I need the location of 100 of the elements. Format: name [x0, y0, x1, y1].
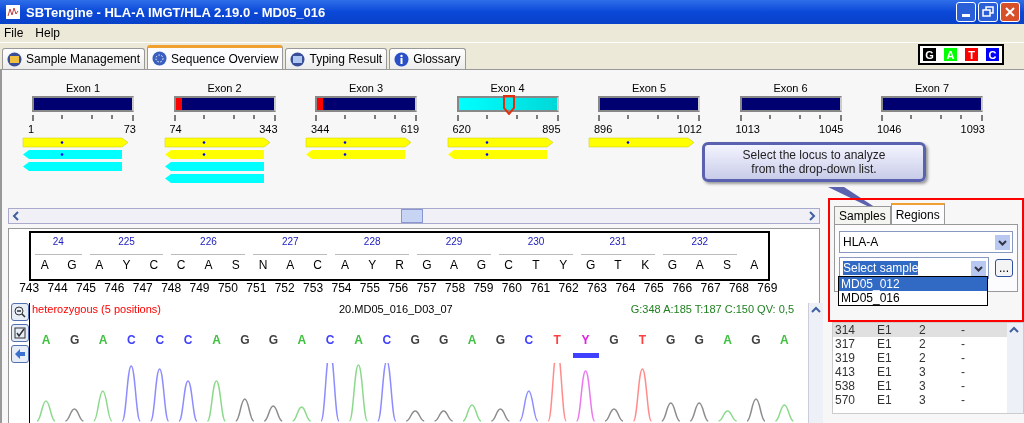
tab[interactable]: Sample Management [2, 48, 146, 69]
exon-bar[interactable] [173, 96, 276, 112]
menu-item[interactable]: File [4, 26, 24, 40]
position-number: 757 [415, 281, 438, 295]
window-title: SBTengine - HLA-A IMGT/HLA 2.19.0 - MD05_016 [26, 4, 327, 20]
sample-dropdown[interactable]: Select sample [839, 257, 989, 279]
consensus-base: T [531, 257, 541, 274]
table-cell-text: 413 [834, 365, 857, 379]
position-number: 745 [74, 281, 97, 295]
tab[interactable]: Samples [834, 206, 891, 224]
position-number: 746 [103, 281, 126, 295]
position-number: 761 [529, 281, 552, 295]
back-button[interactable] [11, 345, 29, 363]
base-call: C [127, 333, 136, 347]
exon-label: Exon 5 [630, 82, 668, 94]
table-row[interactable]: 413 E1 3 - [833, 365, 1007, 379]
base-call: C [524, 333, 534, 347]
dropdown-option[interactable]: MD05_012 [839, 277, 987, 291]
table-cell-text: 319 [834, 351, 857, 365]
codon-number: 225 [89, 233, 164, 255]
table-cell-text: E1 [876, 379, 893, 393]
position-number: 759 [472, 281, 495, 295]
chevron-down-icon[interactable] [995, 234, 1010, 250]
position-marker-icon [501, 95, 516, 115]
close-button[interactable] [1000, 2, 1020, 22]
table-cell-text: 2 [918, 337, 927, 351]
position-number: 768 [727, 281, 750, 295]
table-row[interactable]: 570 E1 3 - [833, 393, 1007, 407]
codon-number: 232 [662, 233, 737, 255]
table-cell-text: 538 [834, 379, 857, 393]
exon-end: 73 [123, 123, 136, 135]
locus-dropdown[interactable]: HLA-A [839, 231, 1013, 253]
exon-bar[interactable] [739, 96, 842, 112]
base-call: T [553, 333, 561, 347]
scrollbar-thumb[interactable] [401, 209, 423, 223]
exon-label: Exon 1 [64, 82, 102, 94]
consensus-base: A [694, 257, 705, 274]
vertical-scrollbar[interactable] [1007, 323, 1023, 413]
table-row[interactable]: 314 E1 2 - [833, 323, 1007, 337]
app-logo-icon [6, 5, 20, 19]
position-number: 744 [46, 281, 69, 295]
exon-bar[interactable] [315, 96, 417, 112]
exon-label: Exon 2 [206, 82, 243, 94]
tab[interactable]: Sequence Overview [147, 45, 284, 69]
consensus-base: Y [367, 257, 378, 274]
consensus-base: Y [558, 257, 569, 274]
position-number: 753 [302, 281, 325, 295]
codon-number: 228 [335, 233, 410, 255]
chevron-down-icon[interactable] [971, 260, 986, 276]
table-cell-text: - [960, 379, 966, 393]
table-row[interactable]: 319 E1 2 - [833, 351, 1007, 365]
consensus-base: G [584, 257, 597, 274]
table-cell-text: E1 [876, 323, 893, 337]
horizontal-scrollbar[interactable] [8, 208, 820, 224]
dots-icon [152, 51, 168, 66]
restore-button[interactable] [978, 2, 998, 22]
codon-number: 226 [171, 233, 246, 255]
base-call: G [268, 333, 278, 347]
position-number: 743 [18, 281, 41, 295]
position-number: 748 [160, 281, 183, 295]
exon-bar[interactable] [32, 96, 134, 112]
position-number: 762 [557, 281, 580, 295]
consensus-base: C [175, 257, 187, 274]
base-call: G [751, 333, 761, 347]
dropdown-option[interactable]: MD05_016 [839, 291, 987, 305]
document-icon [290, 51, 306, 67]
base-chip: A [944, 48, 957, 61]
base-call: A [98, 333, 108, 347]
exon-bar[interactable] [881, 96, 983, 112]
base-call: Y [581, 333, 590, 347]
consensus-base: A [449, 257, 460, 274]
tab[interactable]: Regions [890, 203, 945, 224]
base-call: C [183, 333, 193, 347]
exon-label: Exon 7 [913, 82, 951, 94]
zoom-out-button[interactable] [11, 303, 29, 321]
status-text: heterozygous (5 positions) [32, 303, 161, 315]
base-chip: G [923, 48, 936, 61]
table-cell-text: 570 [834, 393, 857, 407]
position-number: 764 [614, 281, 637, 295]
consensus-base: A [39, 257, 50, 274]
table-cell-text: E1 [876, 351, 893, 365]
browse-button[interactable]: ... [995, 259, 1013, 277]
tab[interactable]: Typing Result [285, 48, 388, 69]
consensus-base: S [722, 257, 733, 274]
codon-number: 231 [580, 233, 655, 255]
vertical-scrollbar[interactable] [808, 303, 823, 423]
exon-label: Exon 6 [772, 82, 809, 94]
table-row[interactable]: 538 E1 3 - [833, 379, 1007, 393]
exon-end: 343 [259, 123, 278, 135]
base-call: A [723, 333, 732, 347]
minimize-button[interactable] [956, 2, 976, 22]
position-number: 758 [444, 281, 467, 295]
menu-item[interactable]: Help [35, 26, 61, 40]
position-number: 751 [245, 281, 268, 295]
table-row[interactable]: 317 E1 2 - [833, 337, 1007, 351]
tab[interactable]: Glossary [389, 48, 466, 69]
check-button[interactable] [11, 324, 29, 342]
exon-end: 1045 [819, 123, 844, 135]
exon-bar[interactable] [598, 96, 700, 112]
position-number: 747 [131, 281, 154, 295]
